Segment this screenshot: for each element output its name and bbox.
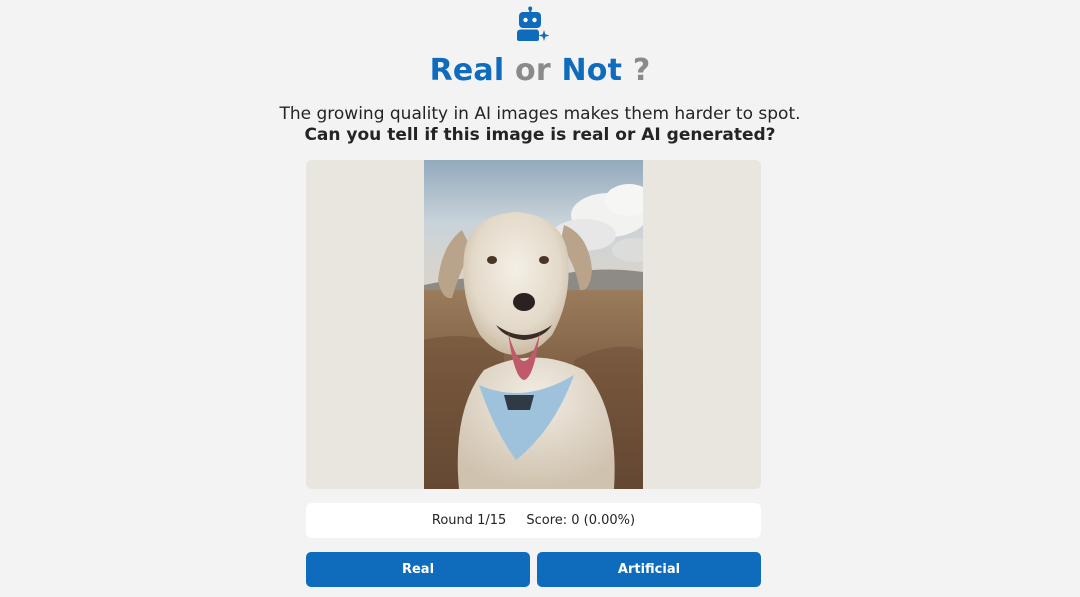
title-real: Real xyxy=(429,53,505,88)
intro-text: The growing quality in AI images makes t… xyxy=(279,104,801,124)
title-not: Not xyxy=(561,53,623,88)
score-display: Score: 0 (0.00%) xyxy=(526,513,636,528)
real-button[interactable]: Real xyxy=(306,552,530,587)
dog-photo xyxy=(424,160,643,489)
robot-sparkle-icon xyxy=(514,6,554,46)
status-bar: Round 1/15 Score: 0 (0.00%) xyxy=(306,503,761,538)
page-title: Real or Not ? xyxy=(0,52,1080,90)
round-counter: Round 1/15 xyxy=(431,513,507,528)
image-frame xyxy=(306,160,761,489)
title-or: or xyxy=(515,53,551,88)
app-page: Real or Not ? The growing quality in AI … xyxy=(0,0,1080,597)
title-question-mark: ? xyxy=(632,53,651,88)
artificial-button[interactable]: Artificial xyxy=(537,552,761,587)
question-text: Can you tell if this image is real or AI… xyxy=(304,125,776,145)
